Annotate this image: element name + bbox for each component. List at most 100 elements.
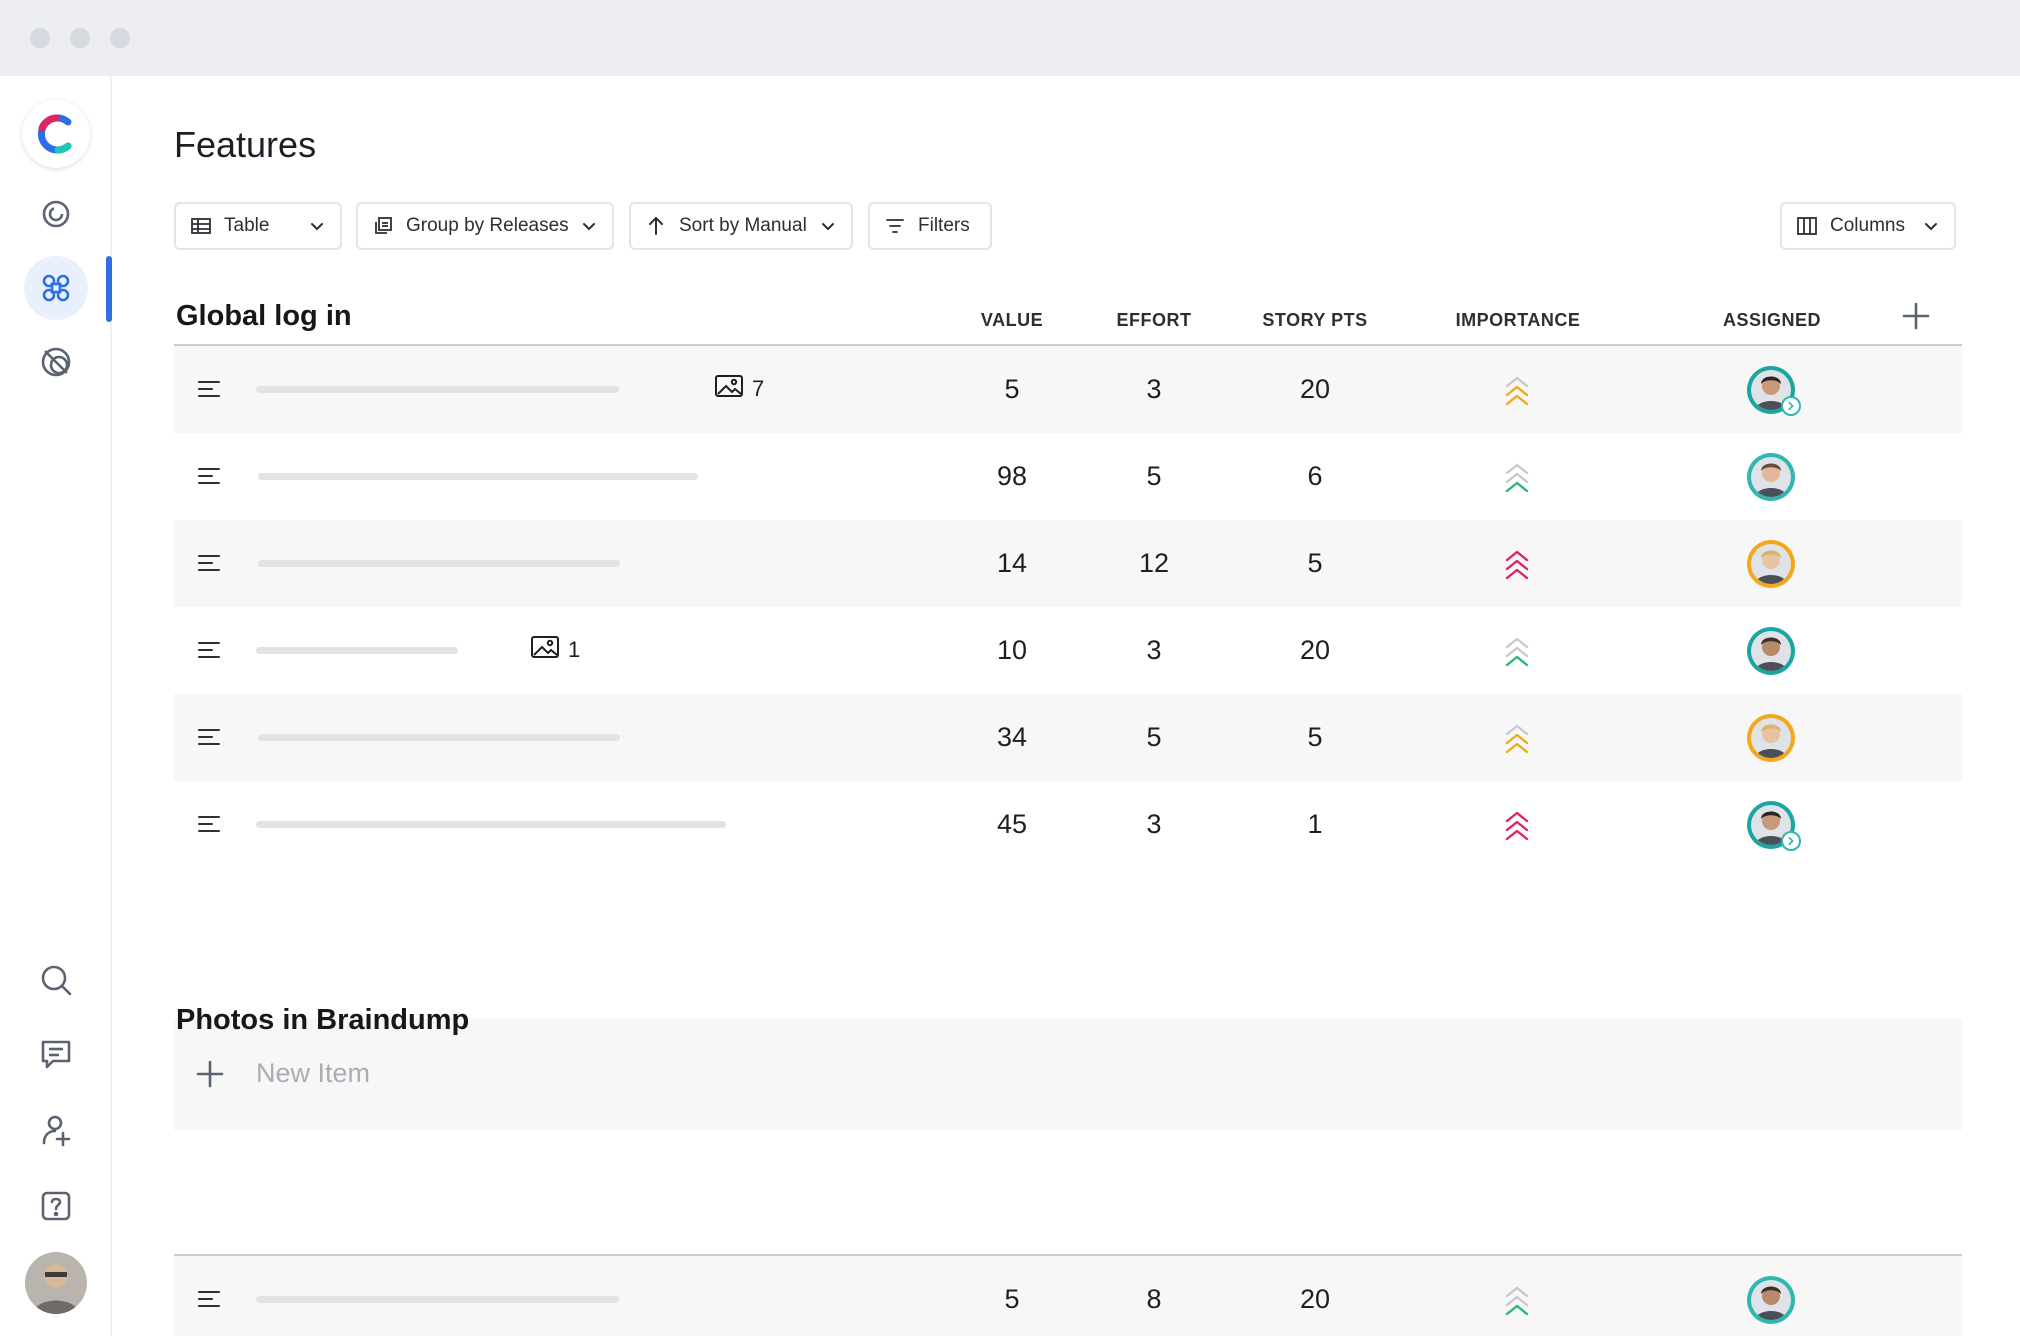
cell-effort[interactable]: 8 (1114, 1284, 1194, 1315)
window-maximize-dot[interactable] (110, 28, 130, 48)
drag-handle-icon[interactable] (196, 639, 222, 661)
image-icon (714, 374, 752, 404)
assignee-avatar[interactable] (1747, 366, 1801, 416)
orbit-icon[interactable] (24, 182, 88, 246)
overlap-circles-icon[interactable] (24, 330, 88, 394)
cell-value[interactable]: 5 (972, 374, 1052, 405)
cell-value[interactable]: 14 (972, 548, 1052, 579)
cell-effort[interactable]: 3 (1114, 809, 1194, 840)
cell-effort[interactable]: 12 (1114, 548, 1194, 579)
assignee-avatar[interactable] (1747, 1276, 1795, 1324)
title-placeholder-bar (258, 560, 500, 567)
cell-story-pts[interactable]: 20 (1275, 1284, 1355, 1315)
cell-value[interactable]: 10 (972, 635, 1052, 666)
new-item-label: New Item (256, 1058, 371, 1088)
title-placeholder-bar (546, 821, 726, 828)
assignee-avatar[interactable] (1747, 540, 1795, 588)
table-row[interactable]: 7 5 3 20 (174, 346, 1962, 433)
cell-value[interactable]: 45 (972, 809, 1052, 840)
sort-dropdown[interactable]: Sort by Manual (629, 202, 853, 250)
window-close-dot[interactable] (30, 28, 50, 48)
filters-label: Filters (918, 215, 970, 236)
importance-chevrons-icon[interactable] (1502, 459, 1532, 493)
sort-label: Sort by Manual (679, 215, 807, 236)
importance-chevrons-icon[interactable] (1502, 807, 1532, 841)
title-placeholder-bar (256, 647, 458, 654)
group-by-dropdown[interactable]: Group by Releases (356, 202, 614, 250)
search-icon[interactable] (24, 948, 88, 1012)
attachment-count[interactable]: 1 (530, 635, 580, 665)
filters-button[interactable]: Filters (868, 202, 992, 250)
message-icon[interactable] (24, 1022, 88, 1086)
columns-icon (1796, 215, 1818, 237)
column-header-effort[interactable]: EFFORT (1099, 310, 1209, 331)
cell-effort[interactable]: 3 (1114, 374, 1194, 405)
columns-label: Columns (1830, 215, 1905, 236)
group-label: Group by Releases (406, 215, 569, 236)
column-header-value[interactable]: VALUE (962, 310, 1062, 331)
add-user-icon[interactable] (24, 1098, 88, 1162)
drag-handle-icon[interactable] (196, 552, 222, 574)
assignee-avatar[interactable] (1747, 627, 1795, 675)
cell-story-pts[interactable]: 1 (1275, 809, 1355, 840)
column-header-importance[interactable]: IMPORTANCE (1430, 310, 1606, 331)
column-header-assigned[interactable]: ASSIGNED (1710, 310, 1834, 331)
attachment-count[interactable]: 7 (714, 374, 764, 404)
cell-effort[interactable]: 5 (1114, 722, 1194, 753)
cell-story-pts[interactable]: 20 (1275, 635, 1355, 666)
chevron-down-icon (308, 217, 326, 235)
importance-chevrons-icon[interactable] (1502, 372, 1532, 406)
drag-handle-icon[interactable] (196, 813, 222, 835)
group-title[interactable]: Photos in Braindump (176, 1004, 469, 1037)
group-title[interactable]: Global log in (176, 300, 352, 333)
cell-effort[interactable]: 5 (1114, 461, 1194, 492)
cell-story-pts[interactable]: 20 (1275, 374, 1355, 405)
column-header-story-pts[interactable]: STORY PTS (1245, 310, 1385, 331)
cell-story-pts[interactable]: 5 (1275, 548, 1355, 579)
drag-handle-icon[interactable] (196, 378, 222, 400)
table-row[interactable]: 5 8 20 (174, 1256, 1962, 1336)
importance-chevrons-icon[interactable] (1502, 720, 1532, 754)
importance-chevrons-icon[interactable] (1502, 1282, 1532, 1316)
main-content: Features Table Group by Releases Sort by… (114, 76, 2020, 1336)
help-icon[interactable] (24, 1174, 88, 1238)
plus-icon (194, 1058, 226, 1090)
add-column-icon[interactable] (1900, 300, 1932, 332)
group-icon (372, 215, 394, 237)
importance-chevrons-icon[interactable] (1502, 546, 1532, 580)
chevron-down-icon (819, 217, 837, 235)
cell-value[interactable]: 98 (972, 461, 1052, 492)
chevron-right-icon (1781, 831, 1801, 851)
avatar[interactable] (25, 1252, 87, 1314)
arrow-up-icon (645, 215, 667, 237)
assignee-avatar[interactable] (1747, 453, 1795, 501)
title-placeholder-bar (479, 386, 619, 393)
cell-effort[interactable]: 3 (1114, 635, 1194, 666)
table-row[interactable]: 1 10 3 20 (174, 607, 1962, 694)
assignee-avatar[interactable] (1747, 714, 1795, 762)
columns-dropdown[interactable]: Columns (1780, 202, 1956, 250)
cell-value[interactable]: 5 (972, 1284, 1052, 1315)
command-icon[interactable] (24, 256, 88, 320)
drag-handle-icon[interactable] (196, 726, 222, 748)
title-placeholder-bar (478, 560, 620, 567)
drag-handle-icon[interactable] (196, 465, 222, 487)
logo-icon[interactable] (22, 100, 90, 168)
window-titlebar (0, 0, 2020, 76)
drag-handle-icon[interactable] (196, 1288, 222, 1310)
cell-value[interactable]: 34 (972, 722, 1052, 753)
table-row[interactable]: 45 3 1 (174, 781, 1962, 868)
table-row[interactable]: 98 5 6 (174, 433, 1962, 520)
view-table-dropdown[interactable]: Table (174, 202, 342, 250)
cell-story-pts[interactable]: 6 (1275, 461, 1355, 492)
table-icon (190, 215, 212, 237)
title-placeholder-bar (258, 473, 698, 480)
window-minimize-dot[interactable] (70, 28, 90, 48)
table-row[interactable]: 14 12 5 (174, 520, 1962, 607)
assignee-avatar[interactable] (1747, 801, 1801, 851)
active-indicator (106, 256, 112, 322)
attachment-count-label: 1 (568, 637, 581, 662)
table-row[interactable]: 34 5 5 (174, 694, 1962, 781)
cell-story-pts[interactable]: 5 (1275, 722, 1355, 753)
importance-chevrons-icon[interactable] (1502, 633, 1532, 667)
